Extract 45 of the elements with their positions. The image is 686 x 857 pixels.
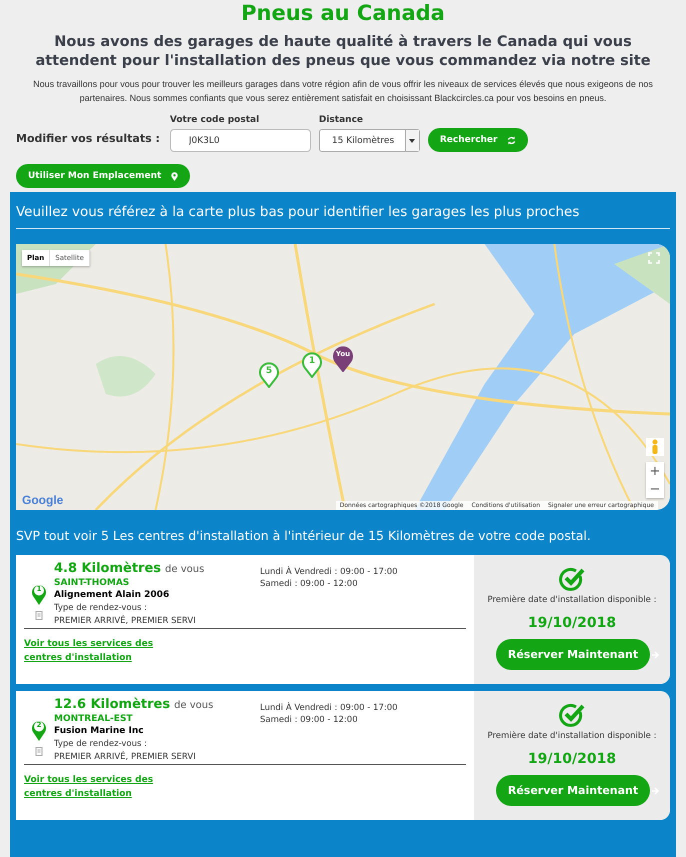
install-date: 19/10/2018 (528, 751, 616, 767)
zoom-out-button[interactable]: − (646, 480, 664, 498)
field-label: Votre code postal (170, 115, 260, 125)
garage-city: SAINT-THOMAS (54, 578, 130, 588)
distance: 12.6 Kilomètres de vous (54, 697, 214, 712)
form-label: Modifier vos résultats : (16, 132, 160, 147)
check-circle-icon (559, 567, 585, 591)
check-circle-icon (559, 703, 585, 727)
map-pin-icon (31, 583, 47, 605)
opening-hours: Lundi À Vendredi : 09:00 - 17:00 (260, 567, 398, 577)
opening-hours: Samedi : 09:00 - 12:00 (260, 715, 359, 725)
refresh-icon (507, 136, 516, 144)
user-marker (333, 346, 353, 372)
appointment-label: Type de rendez-vous : (54, 739, 148, 749)
date-label: Première date d'installation disponible : (488, 731, 656, 741)
install-date: 19/10/2018 (528, 615, 616, 631)
headline: Nous avons des garages de haute qualité à travers le Canada qui vous attendent pour l'installation des pneus que vous commandez via notre site (34, 33, 652, 71)
marker-label: 5 (264, 366, 274, 376)
distance: 4.8 Kilomètres de vous (54, 561, 206, 576)
results-heading: SVP tout voir 5 Les centres d'installation à l'intérieur de 15 Kilomètres de votre code postal. (16, 527, 592, 545)
location-pin-icon (171, 172, 178, 180)
date-label: Première date d'installation disponible : (488, 595, 656, 605)
opening-hours: Lundi À Vendredi : 09:00 - 17:00 (260, 703, 398, 713)
document-icon (34, 747, 44, 757)
garage-name: Fusion Marine Inc (54, 726, 145, 736)
garage-marker (302, 352, 322, 378)
garage-name: Alignement Alain 2006 (54, 590, 170, 600)
map-pin-icon (31, 719, 47, 741)
page-title: Pneus au Canada (241, 1, 445, 25)
map-heading: Veuillez vous référez à la carte plus bas pour identifier les garages les plus proches (16, 204, 670, 229)
garage-marker (259, 362, 279, 388)
zoom-in-button[interactable]: + (646, 462, 664, 480)
appointment-label: Type de rendez-vous : (54, 603, 148, 613)
caret-icon (409, 138, 416, 142)
opening-hours: Samedi : 09:00 - 12:00 (260, 579, 359, 589)
field-label: Distance (318, 115, 364, 125)
document-icon (34, 611, 44, 621)
fullscreen-icon[interactable] (648, 252, 660, 264)
intro-text: Nous travaillons pour vous pour trouver les meilleurs garages dans votre région afin de vous offrir les niveaux de services élevés que nous exigeons de nos partenaires. Nous sommes confiants que vous serez entièrement satisfait en choisissant Blackcircles.ca pour vos besoins en pneus. (32, 78, 654, 105)
appointment-type: PREMIER ARRIVÉ, PREMIER SERVI (54, 752, 197, 762)
marker-label: 1 (308, 356, 316, 366)
map-logo: Google (22, 493, 64, 507)
distance-select[interactable]: 15 Kilomètres (318, 129, 420, 152)
appointment-type: PREMIER ARRIVÉ, PREMIER SERVI (54, 616, 197, 626)
garage-city: MONTREAL-EST (54, 714, 134, 724)
